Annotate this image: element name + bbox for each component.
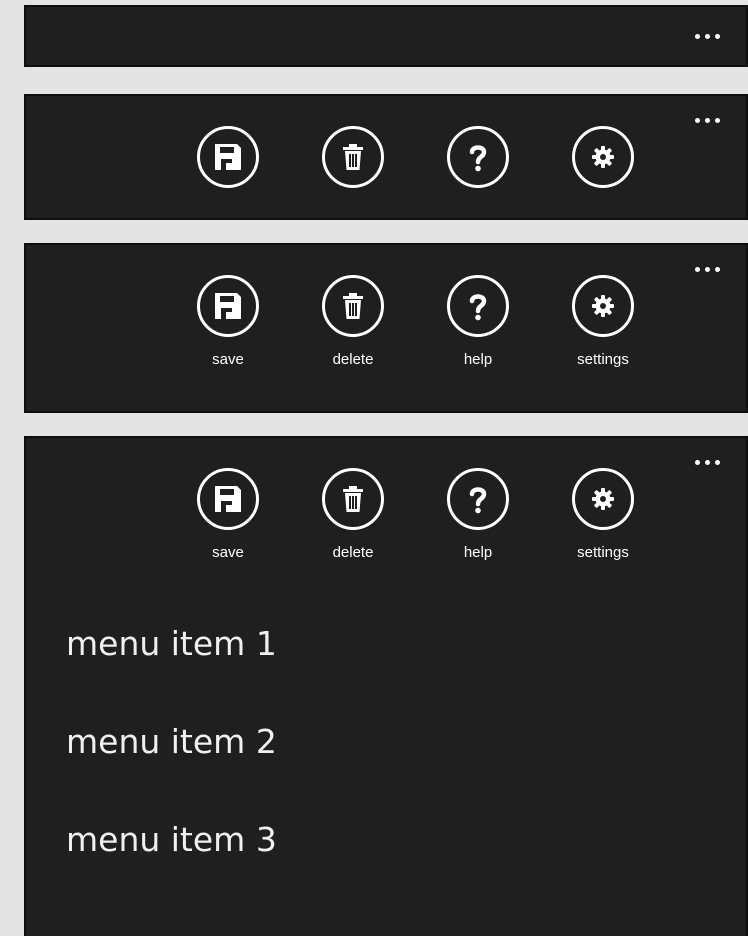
- save-icon: [197, 275, 259, 337]
- more-ellipsis-icon[interactable]: [695, 267, 720, 272]
- save-icon: [197, 126, 259, 188]
- more-ellipsis-icon[interactable]: [695, 460, 720, 465]
- help-button[interactable]: help: [428, 275, 528, 368]
- settings-label: settings: [577, 351, 629, 368]
- save-label: save: [212, 544, 244, 561]
- save-button[interactable]: save: [178, 275, 278, 368]
- trash-icon: [322, 126, 384, 188]
- save-button[interactable]: [178, 126, 278, 188]
- save-icon: [197, 468, 259, 530]
- settings-button[interactable]: settings: [553, 468, 653, 561]
- gear-icon: [572, 275, 634, 337]
- delete-label: delete: [332, 351, 374, 368]
- more-ellipsis-icon[interactable]: [695, 34, 720, 39]
- gear-icon: [572, 126, 634, 188]
- help-button[interactable]: [428, 126, 528, 188]
- settings-label: settings: [577, 544, 629, 561]
- question-mark-icon: [447, 468, 509, 530]
- settings-button[interactable]: settings: [553, 275, 653, 368]
- menu-item[interactable]: menu item 3: [66, 820, 277, 860]
- trash-icon: [322, 468, 384, 530]
- question-mark-icon: [447, 275, 509, 337]
- delete-button[interactable]: delete: [303, 468, 403, 561]
- delete-button[interactable]: [303, 126, 403, 188]
- help-label: help: [463, 544, 493, 561]
- save-label: save: [212, 351, 244, 368]
- help-label: help: [463, 351, 493, 368]
- menu-item[interactable]: menu item 1: [66, 624, 277, 664]
- more-ellipsis-icon[interactable]: [695, 118, 720, 123]
- app-bar-expanded: save delete help settings menu item 1 me…: [24, 436, 748, 936]
- app-bar-compact: [24, 94, 748, 220]
- app-bar-labeled: save delete help settings: [24, 243, 748, 413]
- trash-icon: [322, 275, 384, 337]
- delete-button[interactable]: delete: [303, 275, 403, 368]
- menu-item[interactable]: menu item 2: [66, 722, 277, 762]
- question-mark-icon: [447, 126, 509, 188]
- delete-label: delete: [332, 544, 374, 561]
- gear-icon: [572, 468, 634, 530]
- app-bar-minimized: [24, 5, 748, 67]
- save-button[interactable]: save: [178, 468, 278, 561]
- settings-button[interactable]: [553, 126, 653, 188]
- help-button[interactable]: help: [428, 468, 528, 561]
